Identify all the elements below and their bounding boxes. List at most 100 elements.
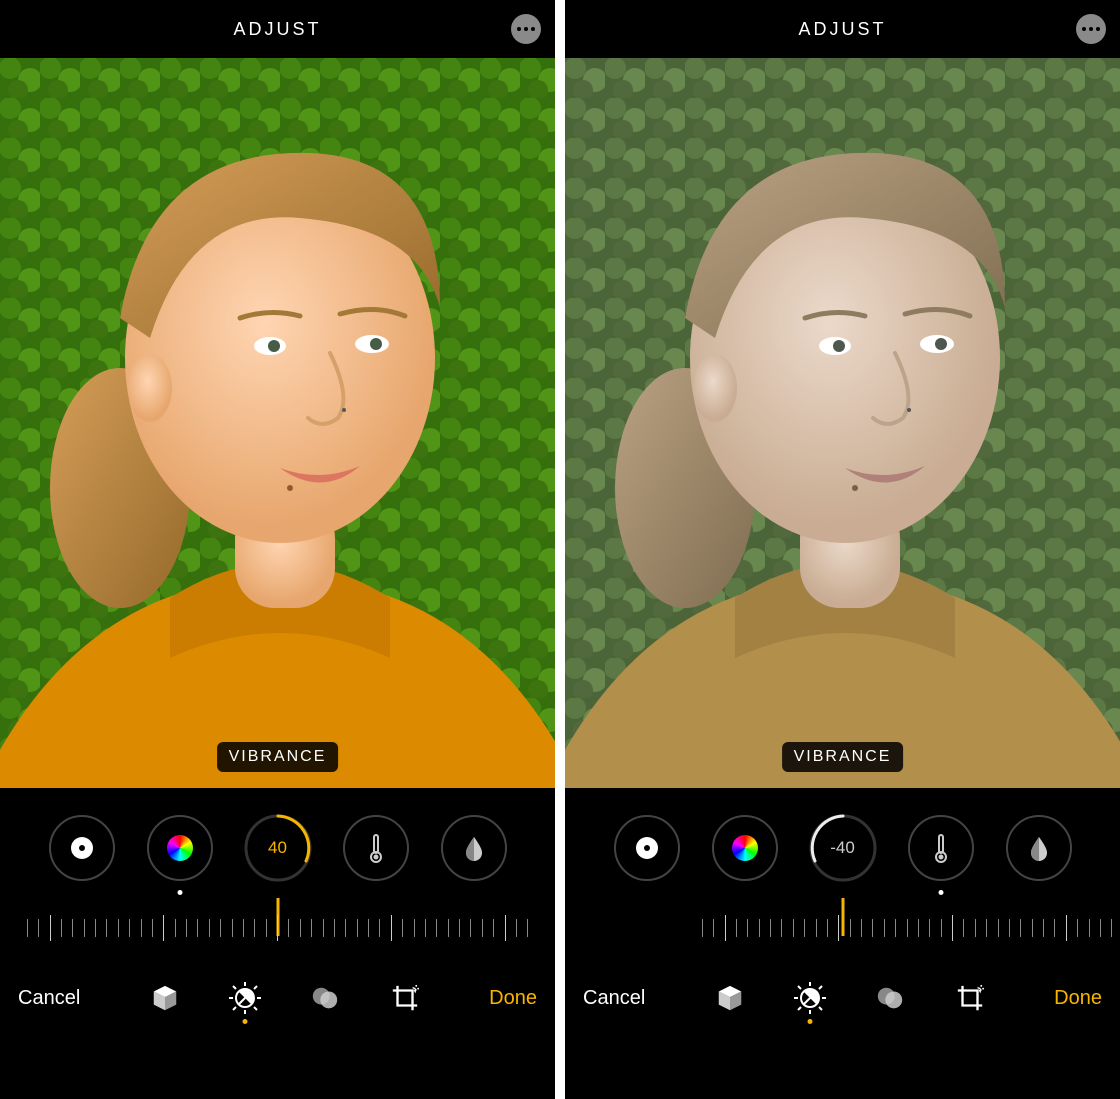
ruler-tick bbox=[505, 915, 506, 941]
ruler-tick bbox=[129, 919, 130, 937]
ruler-tick bbox=[998, 919, 999, 937]
ruler-tick bbox=[163, 915, 164, 941]
ruler-tick bbox=[220, 919, 221, 937]
ruler-tick bbox=[1043, 919, 1044, 937]
ruler-tick bbox=[907, 919, 908, 937]
photo-preview[interactable]: VIBRANCE bbox=[565, 58, 1120, 788]
ruler-tick bbox=[793, 919, 794, 937]
brightness-dial[interactable] bbox=[614, 815, 680, 881]
ruler-tick bbox=[436, 919, 437, 937]
ruler-tick bbox=[414, 919, 415, 937]
ruler-tick bbox=[38, 919, 39, 937]
mode-title: ADJUST bbox=[233, 19, 321, 40]
ruler-tick bbox=[781, 919, 782, 937]
more-options-button[interactable] bbox=[511, 14, 541, 44]
ruler-tick bbox=[288, 919, 289, 937]
ruler-tick bbox=[277, 915, 278, 941]
ruler-tick bbox=[402, 919, 403, 937]
ruler-tick bbox=[232, 919, 233, 937]
ruler-tick bbox=[448, 919, 449, 937]
ruler-tick bbox=[106, 919, 107, 937]
temperature-dial[interactable] bbox=[343, 815, 409, 881]
brightness-icon bbox=[71, 837, 93, 859]
ruler-tick bbox=[141, 919, 142, 937]
ruler[interactable] bbox=[697, 913, 1120, 943]
ruler-tick bbox=[527, 919, 528, 937]
photo-preview[interactable]: VIBRANCE bbox=[0, 58, 555, 788]
brightness-dial[interactable] bbox=[49, 815, 115, 881]
portrait-tool-icon[interactable] bbox=[149, 982, 181, 1014]
ruler-tick bbox=[702, 919, 703, 937]
ruler-tick bbox=[209, 919, 210, 937]
ruler-tick bbox=[1077, 919, 1078, 937]
ruler-tick bbox=[838, 915, 839, 941]
ruler-tick bbox=[84, 919, 85, 937]
tint-dial[interactable] bbox=[441, 815, 507, 881]
ruler[interactable] bbox=[22, 913, 534, 943]
ruler-tick bbox=[736, 919, 737, 937]
vibrance-dial[interactable]: -40 bbox=[810, 815, 876, 881]
ruler-tick bbox=[186, 919, 187, 937]
done-button[interactable]: Done bbox=[489, 987, 537, 1010]
ruler-tick bbox=[759, 919, 760, 937]
adjust-tool-icon[interactable] bbox=[794, 982, 826, 1014]
ruler-tick bbox=[72, 919, 73, 937]
vibrance-dial[interactable]: 40 bbox=[245, 815, 311, 881]
ruler-tick bbox=[872, 919, 873, 937]
ruler-tick bbox=[1089, 919, 1090, 937]
ruler-tick bbox=[986, 919, 987, 937]
cancel-button[interactable]: Cancel bbox=[18, 987, 80, 1010]
parameter-chip: VIBRANCE bbox=[217, 742, 339, 772]
filters-tool-icon[interactable] bbox=[309, 982, 341, 1014]
ruler-tick bbox=[929, 919, 930, 937]
color-wheel-icon bbox=[167, 835, 193, 861]
ruler-tick bbox=[50, 915, 51, 941]
temperature-dial[interactable] bbox=[908, 815, 974, 881]
more-options-button[interactable] bbox=[1076, 14, 1106, 44]
ruler-tick bbox=[516, 919, 517, 937]
filters-tool-icon[interactable] bbox=[874, 982, 906, 1014]
value-slider[interactable] bbox=[565, 898, 1120, 958]
ruler-tick bbox=[713, 919, 714, 937]
ruler-tick bbox=[1066, 915, 1067, 941]
ruler-tick bbox=[1009, 919, 1010, 937]
tint-dial[interactable] bbox=[1006, 815, 1072, 881]
ruler-tick bbox=[61, 919, 62, 937]
ruler-tick bbox=[425, 919, 426, 937]
tool-tabs bbox=[149, 982, 421, 1014]
ruler-tick bbox=[118, 919, 119, 937]
saturation-dial[interactable] bbox=[147, 815, 213, 881]
ruler-tick bbox=[459, 919, 460, 937]
ruler-tick bbox=[334, 919, 335, 937]
photo-editor-screen: ADJUST bbox=[0, 0, 555, 1099]
ruler-tick bbox=[300, 919, 301, 937]
bottom-toolbar: Cancel Done bbox=[565, 958, 1120, 1038]
ruler-tick bbox=[357, 919, 358, 937]
portrait-tool-icon[interactable] bbox=[714, 982, 746, 1014]
crop-tool-icon[interactable] bbox=[389, 982, 421, 1014]
ruler-tick bbox=[95, 919, 96, 937]
ruler-tick bbox=[1111, 919, 1112, 937]
ruler-tick bbox=[175, 919, 176, 937]
ruler-tick bbox=[975, 919, 976, 937]
done-button[interactable]: Done bbox=[1054, 987, 1102, 1010]
cancel-button[interactable]: Cancel bbox=[583, 987, 645, 1010]
ruler-tick bbox=[827, 919, 828, 937]
crop-tool-icon[interactable] bbox=[954, 982, 986, 1014]
ruler-tick bbox=[368, 919, 369, 937]
color-wheel-icon bbox=[732, 835, 758, 861]
ruler-tick bbox=[884, 919, 885, 937]
ruler-tick bbox=[963, 919, 964, 937]
ruler-tick bbox=[1054, 919, 1055, 937]
saturation-dial[interactable] bbox=[712, 815, 778, 881]
parameter-chip: VIBRANCE bbox=[782, 742, 904, 772]
ruler-tick bbox=[311, 919, 312, 937]
ruler-tick bbox=[266, 919, 267, 937]
value-slider[interactable] bbox=[0, 898, 555, 958]
photo-editor-screen: ADJUST bbox=[565, 0, 1120, 1099]
ruler-tick bbox=[747, 919, 748, 937]
adjust-tool-icon[interactable] bbox=[229, 982, 261, 1014]
ruler-tick bbox=[379, 919, 380, 937]
ruler-tick bbox=[197, 919, 198, 937]
ruler-tick bbox=[243, 919, 244, 937]
